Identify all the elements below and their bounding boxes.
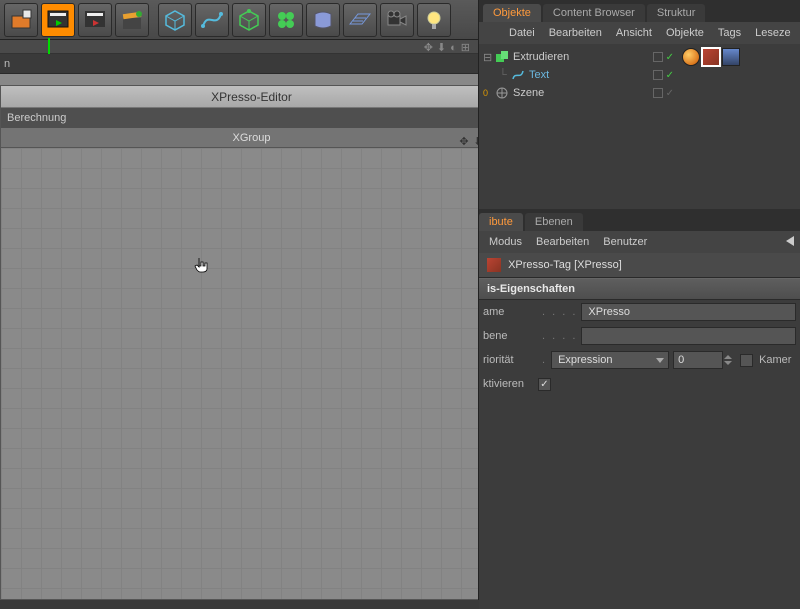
section-basis[interactable]: is-Eigenschaften [479, 278, 800, 300]
tree-line-icon: └ [499, 69, 509, 81]
attribute-body: XPresso-Tag [XPresso] is-Eigenschaften a… [479, 253, 800, 609]
text-spline-icon [511, 68, 525, 82]
menu-datei[interactable]: Datei [509, 27, 535, 39]
xpresso-menu-berechnung[interactable]: Berechnung [1, 108, 502, 128]
visibility-toggle[interactable] [653, 70, 663, 80]
timeline-playhead-icon[interactable] [48, 38, 50, 54]
tab-struktur[interactable]: Struktur [647, 4, 706, 22]
tool-play-icon[interactable] [78, 3, 112, 37]
menu-lesezeichen[interactable]: Leseze [755, 27, 790, 39]
tab-attribute[interactable]: ibute [479, 213, 523, 231]
tool-cube-icon[interactable] [158, 3, 192, 37]
cursor-icon [193, 256, 211, 274]
tool-record-icon[interactable] [41, 3, 75, 37]
timeline-track[interactable]: n [0, 54, 478, 74]
kamera-checkbox[interactable] [740, 354, 753, 367]
tab-ebenen[interactable]: Ebenen [525, 213, 583, 231]
tool-autokey-icon[interactable] [4, 3, 38, 37]
object-manager-menu: Datei Bearbeiten Ansicht Objekte Tags Le… [479, 22, 800, 44]
render-toggle[interactable]: ✓ [666, 70, 674, 81]
menu-modus[interactable]: Modus [489, 236, 522, 248]
prop-prioritaet: riorität. Expression Kamer [479, 348, 800, 372]
tool-clapper-icon[interactable] [115, 3, 149, 37]
menu-tags[interactable]: Tags [718, 27, 741, 39]
back-arrow-icon[interactable] [786, 236, 794, 246]
prioritaet-number[interactable] [673, 351, 723, 369]
menu-bearbeiten-attr[interactable]: Bearbeiten [536, 236, 589, 248]
object-manager-tabs: Objekte Content Browser Struktur [479, 0, 800, 22]
xpresso-tag-icon [487, 258, 501, 272]
null-icon [495, 86, 509, 100]
tab-content-browser[interactable]: Content Browser [543, 4, 645, 22]
tree-row-szene[interactable]: 0 Szene ✓ [483, 84, 796, 102]
menu-ansicht[interactable]: Ansicht [616, 27, 652, 39]
visibility-toggle[interactable] [653, 88, 663, 98]
attr-title: XPresso-Tag [XPresso] [479, 253, 800, 278]
expand-icon[interactable]: ⊟ [483, 51, 493, 64]
aktivieren-checkbox[interactable]: ✓ [538, 378, 551, 391]
prop-ebene: bene. . . . [479, 324, 800, 348]
tool-camera-icon[interactable] [380, 3, 414, 37]
attribute-tabs: ibute Ebenen [479, 209, 800, 231]
tag-display-icon[interactable] [722, 48, 740, 66]
xpresso-canvas[interactable] [1, 148, 502, 599]
extrude-icon [495, 50, 509, 64]
tool-deformer-icon[interactable] [306, 3, 340, 37]
chevron-down-icon [656, 358, 664, 363]
tool-spline-icon[interactable] [195, 3, 229, 37]
tool-array-icon[interactable] [269, 3, 303, 37]
prop-name: ame. . . . [479, 300, 800, 324]
tool-nurbs-icon[interactable] [232, 3, 266, 37]
tag-xpresso-icon[interactable] [702, 48, 720, 66]
menu-objekte[interactable]: Objekte [666, 27, 704, 39]
number-stepper[interactable] [724, 355, 732, 365]
tree-row-text[interactable]: └ Text ✓ [483, 66, 796, 84]
attribute-menu: Modus Bearbeiten Benutzer [479, 231, 800, 253]
object-tree[interactable]: ⊟ Extrudieren ✓ └ Text ✓ 0 Szene ✓ [479, 44, 800, 209]
menu-bearbeiten[interactable]: Bearbeiten [549, 27, 602, 39]
render-toggle[interactable]: ✓ [666, 88, 674, 99]
tool-floor-icon[interactable] [343, 3, 377, 37]
right-panel: Objekte Content Browser Struktur Datei B… [478, 0, 800, 600]
timeline-ruler[interactable]: ✥⬇◐⊞ [0, 40, 478, 54]
tree-row-extrudieren[interactable]: ⊟ Extrudieren ✓ [483, 48, 796, 66]
name-input[interactable] [581, 303, 796, 321]
visibility-toggle[interactable] [653, 52, 663, 62]
move-icon[interactable]: ✥ [458, 132, 470, 144]
tool-light-icon[interactable] [417, 3, 451, 37]
render-toggle[interactable]: ✓ [666, 52, 674, 63]
tag-phong-icon[interactable] [682, 48, 700, 66]
prop-aktivieren: ktivieren ✓ [479, 372, 800, 396]
ebene-input[interactable] [581, 327, 796, 345]
tab-objekte[interactable]: Objekte [483, 4, 541, 22]
xgroup-header[interactable]: XGroup ✥ ⬇ [1, 128, 502, 148]
xpresso-title[interactable]: XPresso-Editor [1, 86, 502, 108]
prioritaet-select[interactable]: Expression [551, 351, 669, 369]
xpresso-editor-window: XPresso-Editor Berechnung XGroup ✥ ⬇ [0, 85, 503, 600]
xgroup-label: XGroup [233, 132, 271, 144]
menu-benutzer[interactable]: Benutzer [603, 236, 647, 248]
scene-num-icon: 0 [483, 88, 493, 98]
